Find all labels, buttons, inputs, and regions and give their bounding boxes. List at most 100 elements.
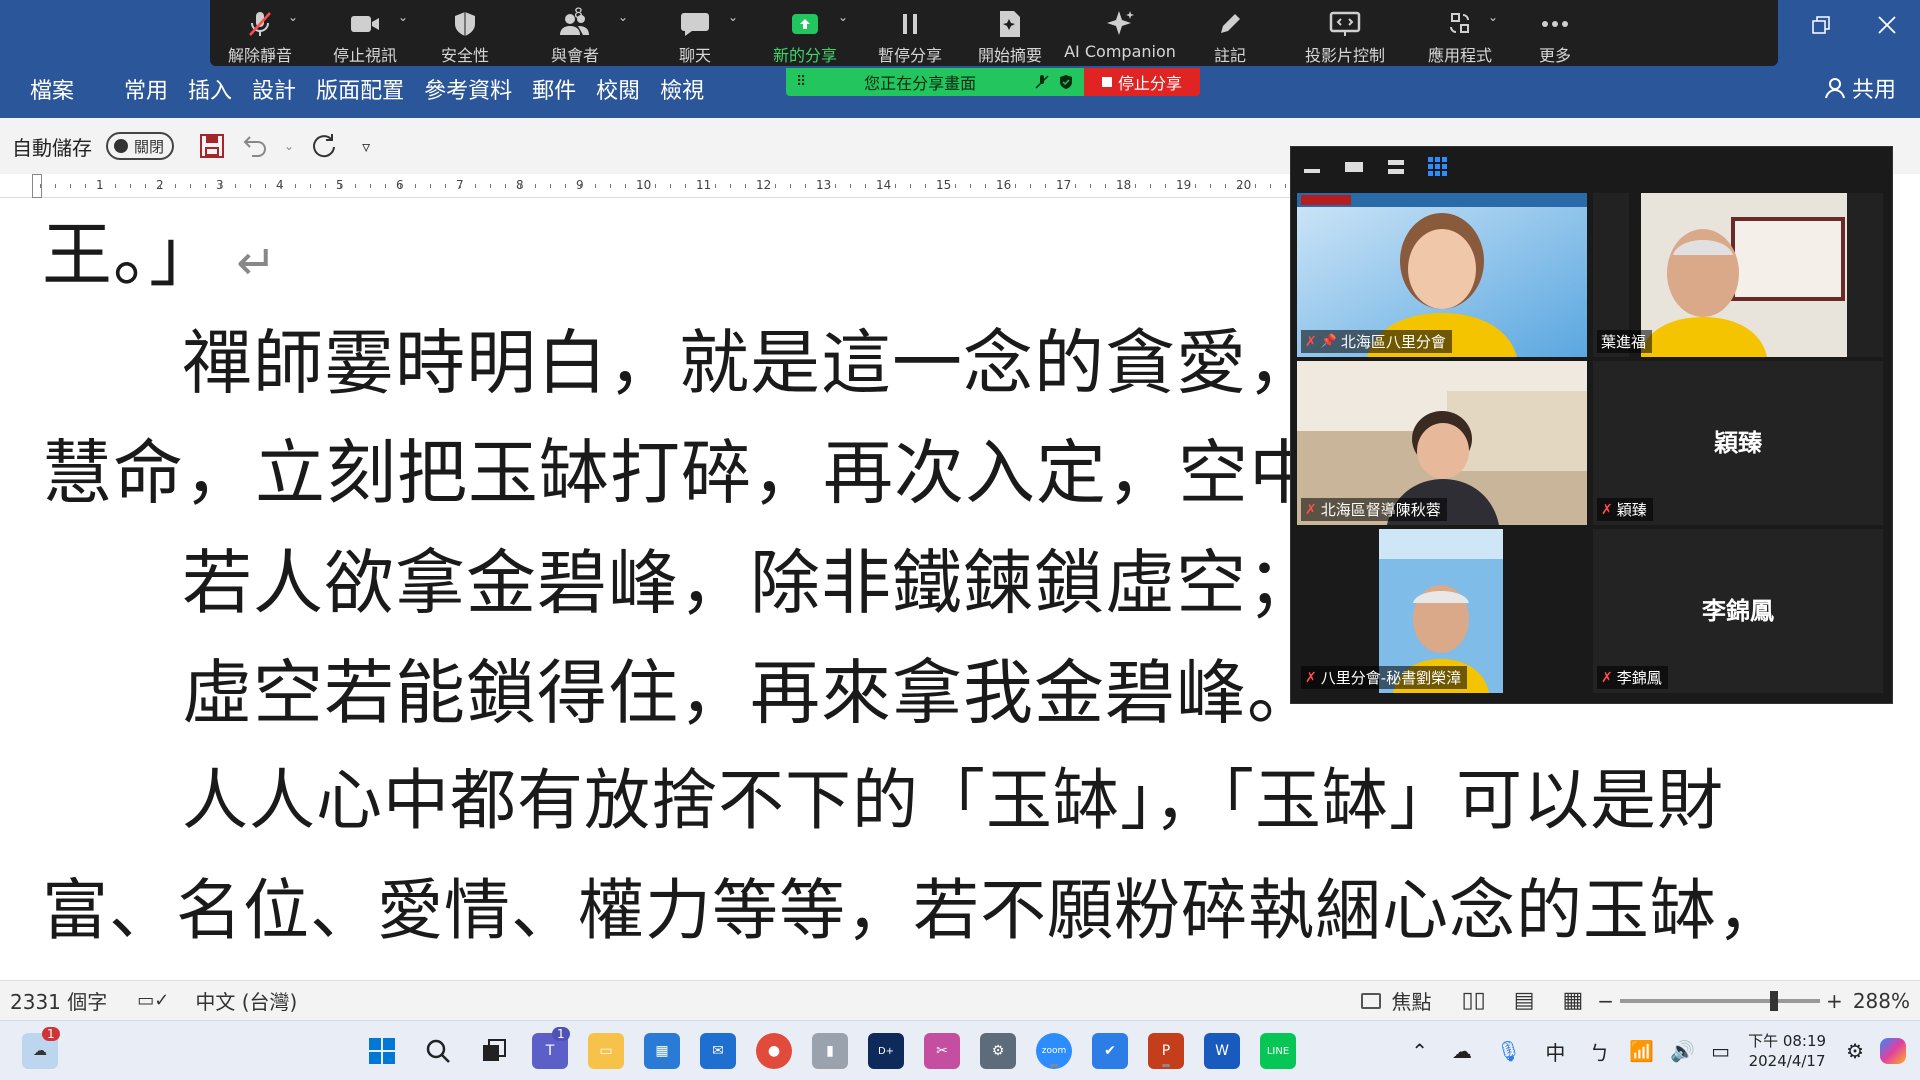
tab-home[interactable]: 常用 bbox=[104, 73, 178, 105]
tab-review[interactable]: 校閱 bbox=[586, 73, 650, 105]
word-icon[interactable]: W bbox=[1204, 1033, 1240, 1069]
chevron-down-icon[interactable]: ⌄ bbox=[1488, 10, 1498, 24]
language-indicator[interactable]: 中文 (台灣) bbox=[195, 986, 297, 1015]
weather-widget-icon[interactable]: ☁ 1 bbox=[22, 1027, 60, 1069]
file-explorer-icon[interactable]: ▭ bbox=[588, 1033, 624, 1069]
apps-button[interactable]: 應用程式 ⌄ bbox=[1410, 0, 1510, 66]
save-icon[interactable] bbox=[198, 132, 226, 160]
start-icon[interactable] bbox=[364, 1033, 400, 1069]
tab-view[interactable]: 檢視 bbox=[650, 73, 714, 105]
search-icon[interactable] bbox=[420, 1033, 456, 1069]
clock[interactable]: 下午 08:19 2024/4/17 bbox=[1748, 1031, 1826, 1071]
ime-mode[interactable]: 中 bbox=[1545, 1037, 1565, 1066]
video-tile[interactable]: ✗ 八里分會-秘書劉榮漳 bbox=[1297, 529, 1587, 693]
redo-icon[interactable] bbox=[308, 131, 338, 161]
web-layout-icon[interactable]: ▦ bbox=[1562, 988, 1583, 1013]
mic-muted-icon: ✗ bbox=[1305, 669, 1317, 686]
read-mode-icon[interactable]: ▯▯ bbox=[1461, 988, 1485, 1013]
copilot-icon[interactable] bbox=[1880, 1038, 1906, 1064]
battery-icon[interactable]: ▭ bbox=[1711, 1039, 1730, 1063]
wifi-icon[interactable]: 📶 bbox=[1629, 1039, 1654, 1063]
stop-share-label: 停止分享 bbox=[1117, 74, 1182, 93]
sparkle-icon bbox=[1107, 11, 1134, 35]
focus-icon[interactable] bbox=[1361, 992, 1382, 1009]
speaker-view-icon[interactable] bbox=[1343, 158, 1365, 176]
close-button[interactable] bbox=[1854, 0, 1920, 50]
participants-button[interactable]: 8 與會者 ⌄ bbox=[510, 0, 640, 66]
powerpoint-icon[interactable]: P bbox=[1148, 1033, 1184, 1069]
gallery-grid-icon[interactable] bbox=[1427, 157, 1449, 176]
pause-share-button[interactable]: 暫停分享 bbox=[860, 0, 960, 66]
chevron-up-icon[interactable]: ⌃ bbox=[1411, 1039, 1428, 1063]
undo-icon[interactable] bbox=[240, 132, 270, 160]
annotate-button[interactable]: 註記 bbox=[1180, 0, 1280, 66]
tab-file[interactable]: 檔案 bbox=[0, 73, 104, 105]
word-count[interactable]: 2331 個字 bbox=[10, 986, 107, 1015]
restore-button[interactable] bbox=[1788, 0, 1854, 50]
more-button[interactable]: 更多 bbox=[1510, 0, 1600, 66]
task-view-icon[interactable] bbox=[476, 1033, 512, 1069]
tab-layout[interactable]: 版面配置 bbox=[306, 73, 414, 105]
line-app-icon[interactable]: LINE bbox=[1260, 1033, 1296, 1069]
video-tile-off[interactable]: 穎臻 ✗ 穎臻 bbox=[1593, 361, 1883, 525]
ruler[interactable]: 1234567891011121314151617181920 bbox=[0, 174, 1300, 198]
tab-design[interactable]: 設計 bbox=[242, 73, 306, 105]
zoom-slider[interactable] bbox=[1620, 990, 1821, 1011]
minimize-view-icon[interactable] bbox=[1301, 158, 1323, 176]
notification-icon[interactable]: ⚙ bbox=[1846, 1039, 1864, 1063]
chevron-down-icon[interactable]: ⌄ bbox=[618, 10, 628, 24]
video-tile[interactable]: ✗ 📌 北海區八里分會 bbox=[1297, 193, 1587, 357]
ime-icon[interactable]: ㄅ bbox=[1589, 1037, 1609, 1066]
print-layout-icon[interactable]: ▤ bbox=[1514, 988, 1535, 1013]
tab-insert[interactable]: 插入 bbox=[178, 73, 242, 105]
sharing-status[interactable]: ⠿ 您正在分享畫面 bbox=[786, 68, 1084, 96]
zoom-app-icon[interactable]: zoom bbox=[1036, 1033, 1072, 1069]
unmute-button[interactable]: 解除靜音 ⌄ bbox=[210, 0, 310, 66]
chevron-down-icon[interactable]: ⌄ bbox=[288, 10, 298, 24]
new-share-button[interactable]: 新的分享 ⌄ bbox=[750, 0, 860, 66]
zoom-in-button[interactable]: + bbox=[1826, 989, 1843, 1013]
usb-device-icon[interactable]: ▮ bbox=[812, 1033, 848, 1069]
tab-mailings[interactable]: 郵件 bbox=[522, 73, 586, 105]
snipping-tool-icon[interactable]: ✂ bbox=[924, 1033, 960, 1069]
ruler-tick bbox=[1225, 184, 1226, 188]
security-button[interactable]: 安全性 bbox=[420, 0, 510, 66]
video-tile[interactable]: 葉進福 bbox=[1593, 193, 1883, 357]
video-tile-off[interactable]: 李錦鳳 ✗ 李錦鳳 bbox=[1593, 529, 1883, 693]
chevron-down-icon[interactable]: ⌄ bbox=[728, 10, 738, 24]
chevron-down-icon[interactable]: ⌄ bbox=[284, 139, 294, 153]
zoom-level[interactable]: 288% bbox=[1853, 989, 1910, 1013]
share-button[interactable]: 共用 bbox=[1824, 72, 1896, 104]
chrome-icon[interactable]: ● bbox=[756, 1033, 792, 1069]
stop-video-button[interactable]: 停止視訊 ⌄ bbox=[310, 0, 420, 66]
gallery-view-controls bbox=[1291, 147, 1892, 187]
proofing-icon[interactable]: ▭✓ bbox=[137, 990, 169, 1011]
microphone-icon[interactable]: 🎙 bbox=[1496, 1039, 1521, 1063]
chevron-down-icon[interactable]: ⌄ bbox=[838, 10, 848, 24]
customize-qat-icon[interactable]: ▿ bbox=[362, 137, 370, 156]
store-icon[interactable]: ▦ bbox=[644, 1033, 680, 1069]
focus-button[interactable]: 焦點 bbox=[1391, 986, 1431, 1015]
video-tile[interactable]: ✗ 北海區督導陳秋蓉 bbox=[1297, 361, 1587, 525]
ruler-tick bbox=[250, 184, 251, 188]
settings-icon[interactable]: ⚙ bbox=[980, 1033, 1016, 1069]
pen-icon bbox=[1221, 14, 1240, 33]
mail-icon[interactable]: ✉ bbox=[700, 1033, 736, 1069]
drag-handle-icon[interactable]: ⠿ bbox=[796, 74, 806, 90]
todo-icon[interactable]: ✔ bbox=[1092, 1033, 1128, 1069]
chevron-down-icon[interactable]: ⌄ bbox=[398, 10, 408, 24]
strip-view-icon[interactable] bbox=[1385, 158, 1407, 176]
zoom-out-button[interactable]: − bbox=[1597, 989, 1614, 1013]
volume-icon[interactable]: 🔊 bbox=[1670, 1039, 1695, 1063]
slide-control-button[interactable]: 投影片控制 bbox=[1280, 0, 1410, 66]
stop-share-button[interactable]: 停止分享 bbox=[1084, 68, 1200, 96]
teams-icon[interactable]: T 1 bbox=[532, 1027, 570, 1069]
disney-plus-icon[interactable]: D+ bbox=[868, 1033, 904, 1069]
autosave-toggle[interactable]: 關閉 bbox=[106, 132, 174, 160]
chat-button[interactable]: 聊天 ⌄ bbox=[640, 0, 750, 66]
start-summary-button[interactable]: 開始摘要 bbox=[960, 0, 1060, 66]
tab-references[interactable]: 參考資料 bbox=[414, 73, 522, 105]
network-off-icon[interactable]: ☁ bbox=[1452, 1039, 1472, 1063]
ai-companion-button[interactable]: AI Companion bbox=[1060, 0, 1180, 66]
zoom-slider-thumb[interactable] bbox=[1770, 990, 1779, 1011]
